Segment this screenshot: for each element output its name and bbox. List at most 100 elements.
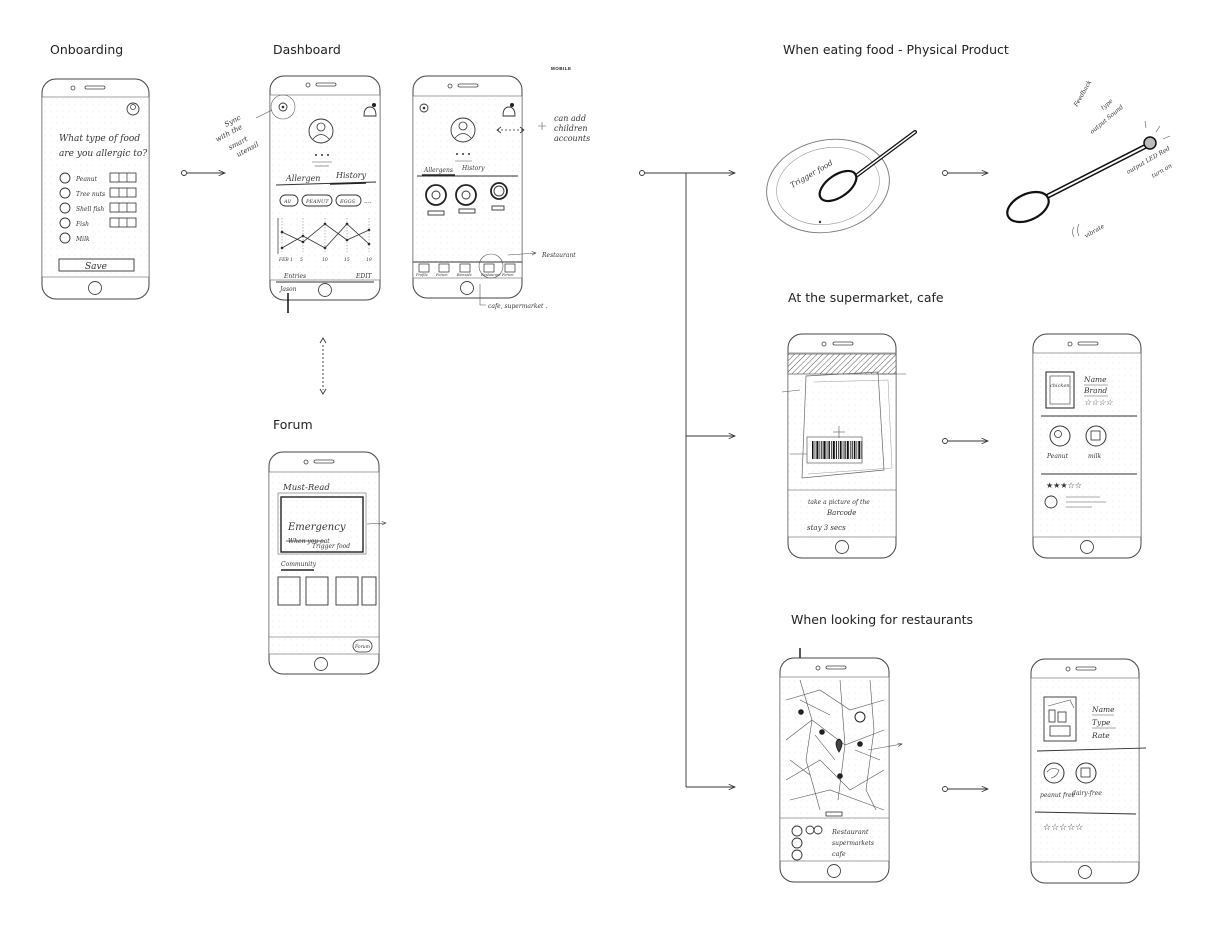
nav-item-label[interactable]: Forum bbox=[435, 273, 448, 277]
onboarding-phone: What type of food are you allergic to? P… bbox=[41, 78, 150, 300]
svg-text:vibrate: vibrate bbox=[1084, 223, 1107, 240]
plate-spoon-sketch: Trigger food bbox=[766, 130, 917, 234]
svg-text:Restaurant: Restaurant bbox=[541, 252, 576, 259]
chart-x-tick: 10 bbox=[322, 257, 328, 263]
restaurant-type: Type bbox=[1092, 718, 1111, 727]
svg-text:turn on: turn on bbox=[1151, 162, 1174, 179]
nav-item-label[interactable]: Forum bbox=[501, 273, 514, 277]
save-button-label: Save bbox=[85, 262, 107, 272]
dashboard-phone: Allergen History All PEANUT EGGS.... FEB 1… bbox=[269, 75, 381, 313]
review-stars: ★★★☆☆ bbox=[1046, 481, 1082, 490]
sync-note: Sync with the smart utensil bbox=[214, 109, 273, 159]
nav-item-label[interactable]: Profile bbox=[415, 273, 428, 277]
barcode-bar bbox=[816, 441, 819, 459]
place-type-3[interactable]: cafe bbox=[832, 850, 846, 858]
community-heading: Community bbox=[281, 561, 317, 568]
forum-phone: Must-Read Emergency When you eat Trigger… bbox=[268, 451, 386, 675]
filter-chip-label: All bbox=[283, 199, 291, 205]
barcode-bar bbox=[826, 441, 828, 459]
allergy-option-label: Milk bbox=[75, 236, 90, 243]
scan-instruction-1: take a picture of the bbox=[808, 499, 870, 506]
nav-item-label[interactable]: Barcode bbox=[456, 273, 472, 277]
barcode-bar bbox=[849, 441, 851, 459]
edit-button[interactable]: EDIT bbox=[355, 273, 373, 280]
barcode-bar bbox=[838, 441, 839, 459]
product-result-phone: chicken Name Brand ☆☆☆☆ Peanut milk ★★★☆… bbox=[1032, 333, 1142, 559]
barcode-bar bbox=[842, 441, 844, 459]
barcode-bar bbox=[812, 441, 814, 459]
tab-allergens[interactable]: Allergen bbox=[285, 174, 320, 183]
map-phone: Restaurant supermarkets cafe bbox=[779, 648, 902, 883]
flow-arrow-onboarding bbox=[181, 170, 187, 176]
dashboard-allergens-phone: Allergens History Profile Forum Barcode Res… bbox=[412, 75, 523, 299]
barcode-bar bbox=[819, 441, 821, 459]
badge-dairy-free: dairy-free bbox=[1072, 790, 1102, 797]
scan-instruction-2: Barcode bbox=[826, 509, 856, 517]
allergy-option-label: Shell fish bbox=[76, 206, 104, 213]
entries-label: Entries bbox=[283, 273, 306, 280]
barcode-bar bbox=[831, 441, 832, 459]
barcode-bar bbox=[858, 441, 861, 459]
chart-x-tick: 5 bbox=[300, 257, 303, 263]
allergy-option-label: Tree nuts bbox=[76, 191, 105, 198]
barcode-bar bbox=[861, 441, 863, 459]
product-brand: Brand bbox=[1083, 386, 1107, 395]
tab-history[interactable]: History bbox=[461, 165, 485, 172]
barcode-scan-phone: take a picture of the Barcode stay 3 sec… bbox=[781, 333, 906, 559]
must-read-heading: Must-Read bbox=[282, 483, 330, 493]
restaurant-name: Name bbox=[1091, 705, 1115, 714]
restaurant-detail-phone: Name Type Rate peanut free dairy-free ☆☆… bbox=[1030, 658, 1147, 884]
more-chips[interactable]: .... bbox=[364, 198, 372, 205]
chart-x-tick: FEB 1 bbox=[278, 257, 293, 263]
forum-button-label: Forum bbox=[354, 644, 370, 650]
onboarding-question-2: are you allergic to? bbox=[59, 149, 147, 159]
place-type-2[interactable]: supermarkets bbox=[832, 840, 874, 847]
barcode-bar bbox=[851, 441, 853, 459]
allergen-badge-1: Peanut bbox=[1046, 453, 1069, 460]
place-type-1[interactable]: Restaurant bbox=[831, 828, 869, 836]
barcode-bar bbox=[846, 441, 849, 459]
product-rating-stars: ☆☆☆☆ bbox=[1084, 398, 1114, 407]
svg-text:accounts: accounts bbox=[554, 134, 590, 143]
svg-text:children: children bbox=[554, 124, 588, 133]
chart-x-tick: 15 bbox=[344, 257, 350, 263]
badge-peanut-free: peanut free bbox=[1040, 792, 1076, 799]
flow-arrow-dashboard-forum bbox=[319, 337, 327, 395]
allergy-option-label: Peanut bbox=[75, 176, 98, 183]
onboarding-question-1: What type of food bbox=[59, 134, 140, 144]
user-name: Jason bbox=[278, 286, 297, 293]
svg-text:can add: can add bbox=[554, 114, 586, 123]
smart-spoon-sketch: Feedback type output Sound output LED Re… bbox=[1006, 79, 1174, 240]
filter-chip-label: EGGS bbox=[339, 199, 356, 205]
svg-text:cafe, supermarket .: cafe, supermarket . bbox=[488, 303, 547, 310]
chart-x-tick: 19 bbox=[366, 257, 372, 263]
flow-arrow-scan bbox=[942, 438, 948, 444]
barcode-bar bbox=[853, 441, 856, 459]
flow-arrow-spoon bbox=[942, 170, 948, 176]
flow-branch-connector bbox=[639, 171, 736, 788]
barcode-bar bbox=[844, 441, 846, 459]
product-name: Name bbox=[1083, 375, 1107, 384]
tab-allergens[interactable]: Allergens bbox=[423, 167, 453, 174]
barcode-bar bbox=[823, 441, 826, 459]
filter-chip-label: PEANUT bbox=[305, 199, 329, 205]
scan-instruction-3: stay 3 secs bbox=[807, 524, 846, 532]
svg-text:Feedback: Feedback bbox=[1072, 79, 1093, 109]
barcode-bar bbox=[832, 441, 835, 459]
tab-history[interactable]: History bbox=[335, 171, 366, 180]
emergency-card-sub: Trigger food bbox=[312, 543, 350, 550]
flow-arrow-map bbox=[942, 786, 948, 792]
allergy-option-label: Fish bbox=[75, 221, 89, 228]
restaurant-rating-stars: ☆☆☆☆☆ bbox=[1043, 823, 1083, 833]
barcode-bar bbox=[828, 441, 830, 459]
barcode-bar bbox=[821, 441, 823, 459]
barcode-bar bbox=[835, 441, 837, 459]
allergen-badge-2: milk bbox=[1088, 453, 1102, 460]
barcode-bar bbox=[839, 441, 842, 459]
barcode-bar bbox=[814, 441, 816, 459]
barcode-bar bbox=[856, 441, 858, 459]
product-image-label: chicken bbox=[1050, 383, 1070, 389]
camera-header bbox=[787, 353, 897, 375]
barcode-viewfinder[interactable] bbox=[806, 436, 863, 464]
emergency-card-title: Emergency bbox=[287, 522, 346, 533]
